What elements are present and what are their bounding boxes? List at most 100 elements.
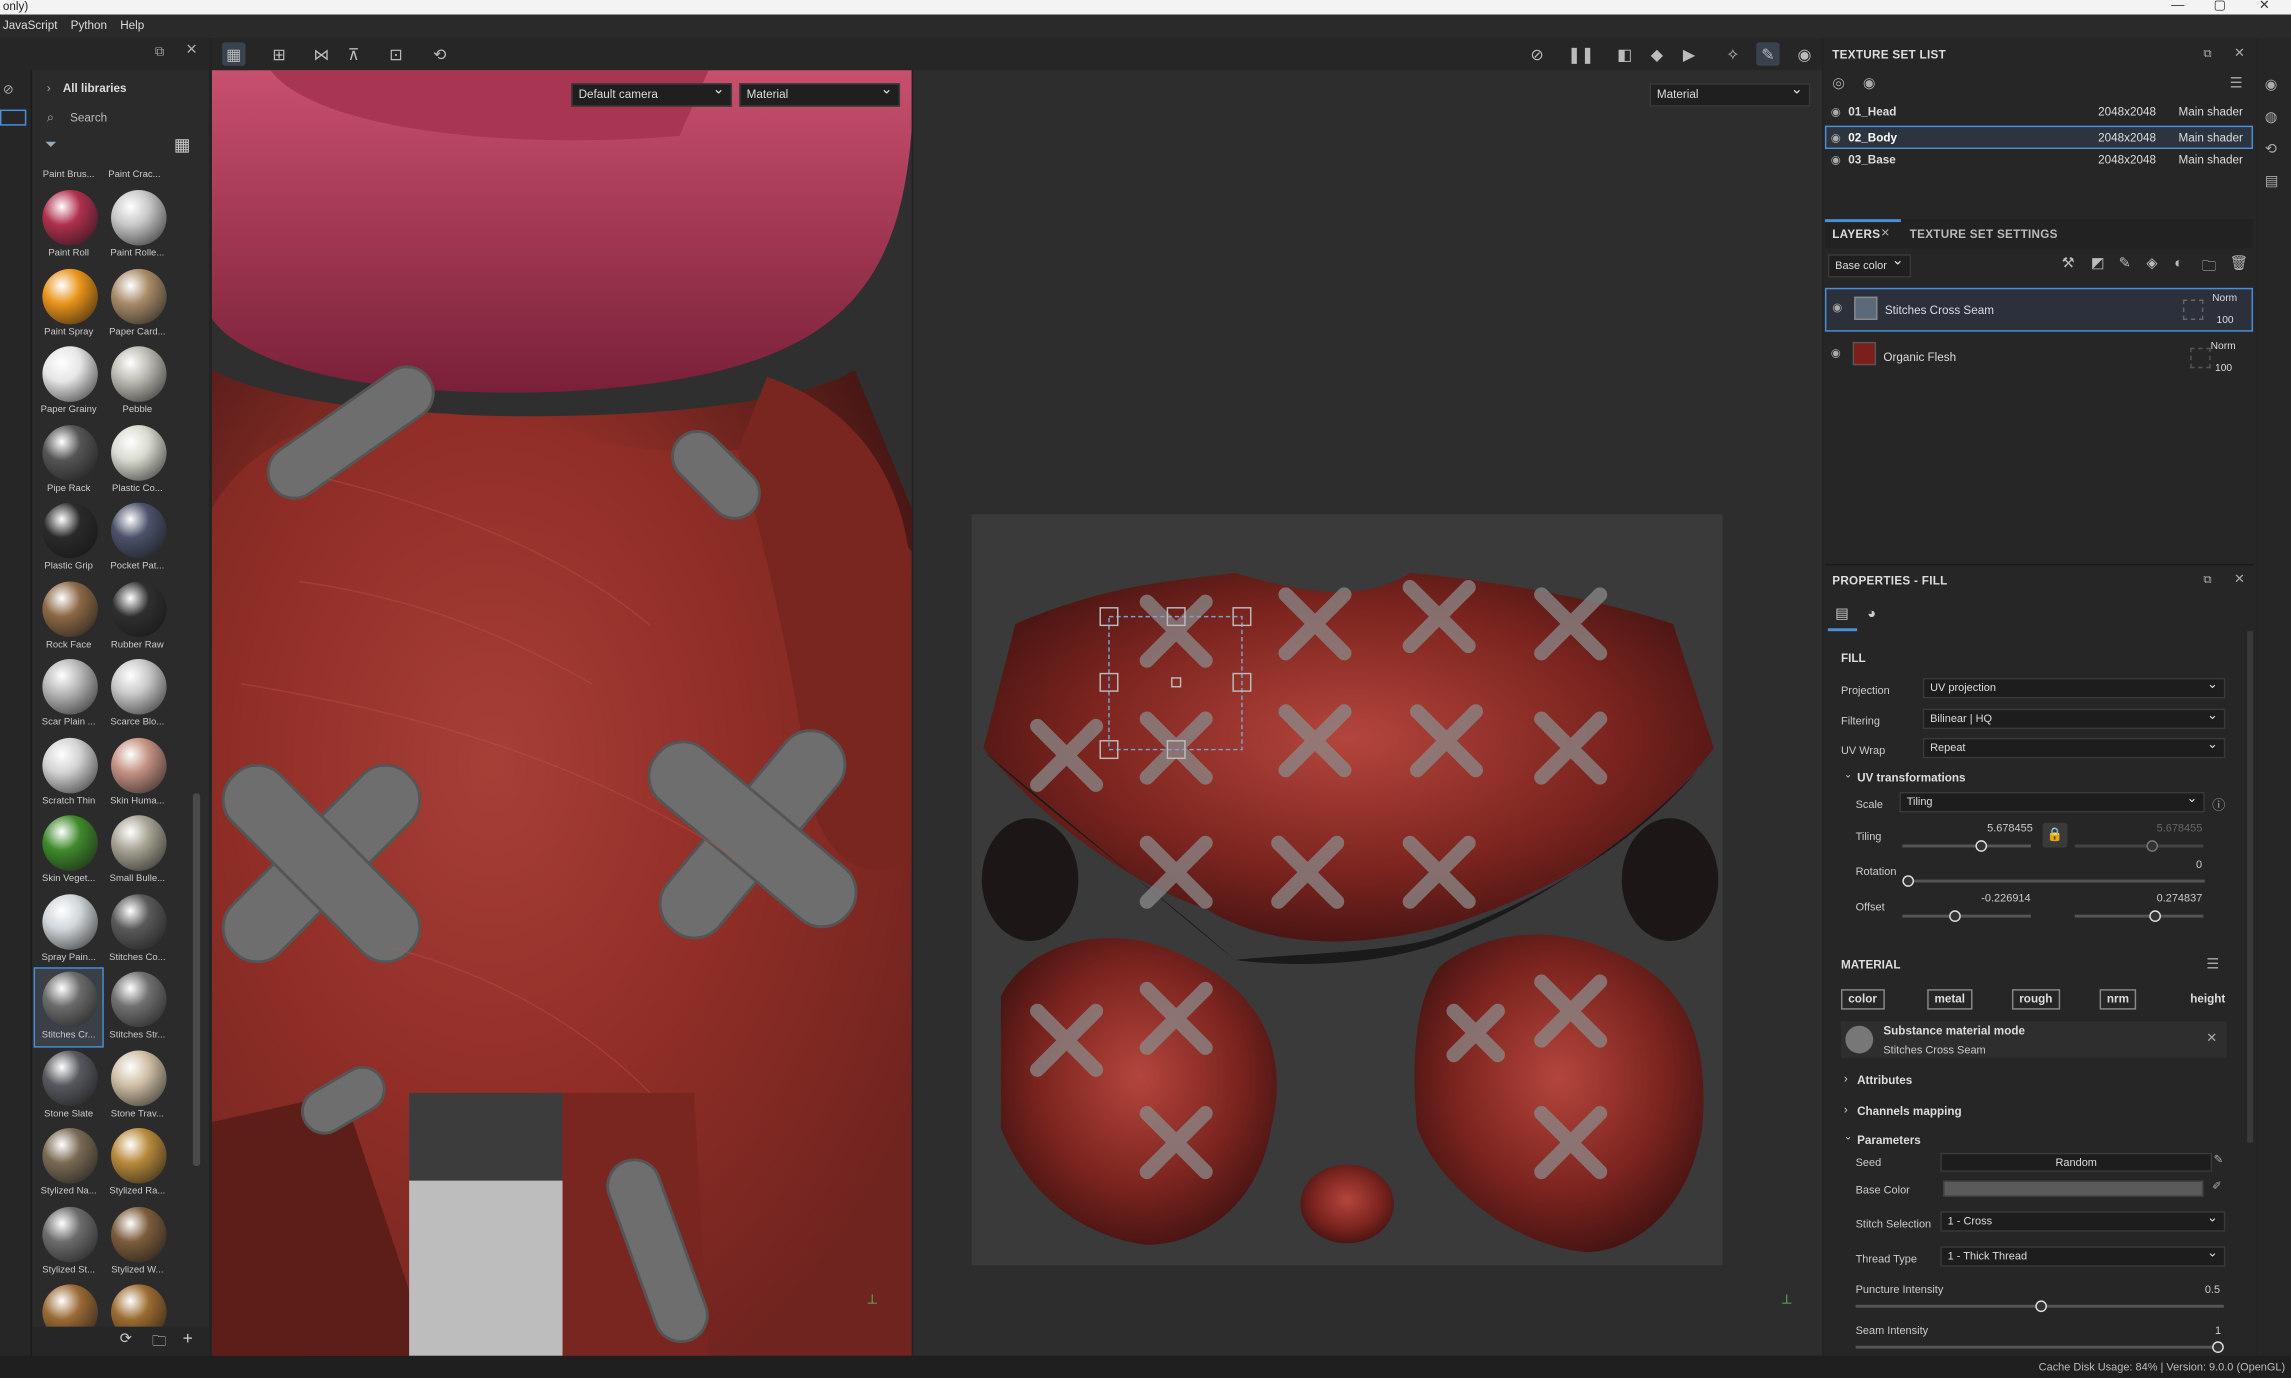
library-item[interactable]: Scratch Thin [35, 734, 102, 811]
library-item[interactable]: Stitches Str... [104, 969, 171, 1046]
layer-row[interactable]: ◉ Organic Flesh Norm 100 [1825, 335, 2253, 379]
visibility-icon[interactable]: ◎ [1832, 76, 1845, 92]
history-icon[interactable]: ⟲ [428, 42, 451, 65]
filtering-select[interactable]: Bilinear | HQ [1922, 706, 2226, 730]
material-tab-icon[interactable]: ◕ [1867, 606, 1876, 622]
float-icon[interactable]: ⧉ [2203, 47, 2211, 62]
library-item[interactable]: Stylized Ra... [104, 1125, 171, 1202]
chevron-down-icon[interactable]: ⌄ [1844, 1131, 1853, 1142]
tab-fill-properties[interactable]: ▤ [1827, 599, 1858, 632]
scale-select[interactable]: Tiling [1899, 789, 2205, 813]
library-item[interactable]: Skin Huma... [104, 734, 171, 811]
library-search[interactable]: Search [41, 108, 202, 128]
channels-mapping-section[interactable]: Channels mapping [1857, 1105, 1962, 1118]
screenshot-camera-icon[interactable]: ◉ [1793, 42, 1816, 65]
eye-icon[interactable]: ◉ [1832, 301, 1842, 314]
library-item[interactable]: Stylized W... [104, 1203, 171, 1280]
add-mask-icon[interactable]: ◩ [2091, 256, 2105, 272]
close-icon[interactable]: ✕ [1880, 226, 1890, 239]
rotation-slider[interactable] [1902, 875, 2205, 887]
texture-set-shader[interactable]: Main shader [2179, 101, 2243, 124]
viewport-2d-mode-dropdown[interactable]: Material [1649, 80, 1811, 107]
library-item[interactable]: Plastic Grip [35, 500, 102, 577]
library-item[interactable]: Spray Pain... [35, 891, 102, 968]
close-icon[interactable]: ✕ [2234, 45, 2245, 61]
eye-icon[interactable]: ◉ [1831, 149, 1841, 172]
offset-x-slider[interactable] [1902, 910, 2031, 922]
channel-color-toggle[interactable]: color [1840, 989, 1885, 1010]
pencil-icon[interactable]: ✎ [2214, 1153, 2224, 1166]
tool-icon[interactable]: ✧ [1721, 42, 1744, 65]
library-item[interactable]: Scar Plain ... [35, 656, 102, 733]
seam-intensity-slider[interactable] [1855, 1341, 2224, 1353]
render-mode-icon[interactable]: ◧ [1613, 42, 1636, 65]
mirror-x-icon[interactable]: ⋈ [310, 42, 333, 65]
library-item[interactable]: Stitches Co... [104, 891, 171, 968]
puncture-intensity-slider[interactable] [1855, 1300, 2224, 1313]
library-item[interactable]: Pebble [104, 343, 171, 420]
parameters-section[interactable]: Parameters [1857, 1134, 1921, 1147]
tab-layers[interactable]: LAYERS [1832, 228, 1880, 241]
paint-brush-icon[interactable]: ✎ [1756, 42, 1780, 66]
minimize-button[interactable]: — [2171, 0, 2184, 12]
texture-set-row-selected[interactable]: ◉ 02_Body 2048x2048 Main shader [1824, 125, 2254, 150]
eye-icon[interactable]: ◉ [1831, 101, 1841, 124]
channel-rough-toggle[interactable]: rough [2011, 989, 2060, 1010]
library-item[interactable]: Paint Spray [35, 265, 102, 342]
library-scrollbar[interactable] [192, 793, 201, 1166]
library-item[interactable]: Paper Grainy [35, 343, 102, 420]
menu-python[interactable]: Python [68, 15, 118, 38]
library-item[interactable]: Pipe Rack [35, 422, 102, 499]
folder-icon[interactable]: 🗀 [152, 1331, 167, 1356]
notes-icon[interactable]: ▤ [2265, 174, 2279, 190]
float-icon[interactable]: ⧉ [155, 44, 164, 60]
uvwrap-select[interactable]: Repeat [1922, 735, 2226, 759]
list-menu-icon[interactable]: ☰ [2230, 76, 2243, 92]
chevron-down-icon[interactable]: ⌄ [1844, 769, 1853, 780]
texture-set-shader[interactable]: Main shader [2179, 149, 2243, 172]
mirror-y-icon[interactable]: ⊼ [342, 42, 365, 65]
multi-view-icon[interactable]: ⊞ [267, 42, 290, 65]
hide-icon[interactable]: ⊘ [3, 82, 26, 100]
slider-knob[interactable] [1949, 910, 1961, 922]
slider-knob[interactable] [2035, 1300, 2048, 1313]
add-icon[interactable]: + [183, 1328, 193, 1348]
library-item[interactable]: Paint Roll [35, 187, 102, 264]
library-item[interactable]: Stone Trav... [104, 1047, 171, 1124]
seed-random-button[interactable]: Random [1940, 1152, 2213, 1172]
add-folder-icon[interactable]: 🗀 [2202, 256, 2217, 281]
channel-dropdown[interactable]: Base color [1827, 251, 1912, 278]
list-menu-icon[interactable]: ☰ [2206, 957, 2219, 973]
library-item[interactable]: Pocket Pat... [104, 500, 171, 577]
add-effect-icon[interactable]: ◐ [2174, 256, 2183, 272]
float-icon[interactable]: ⧉ [2203, 573, 2211, 588]
camera-dropdown[interactable]: Default camera [571, 80, 733, 107]
delete-icon[interactable]: 🗑 [2230, 256, 2249, 272]
filter-icon[interactable]: ⏷ [45, 137, 57, 153]
close-icon[interactable]: ✕ [2234, 571, 2245, 587]
lock-icon[interactable]: 🔒 [2042, 822, 2068, 848]
offset-y-slider[interactable] [2074, 910, 2204, 922]
texture-set-row[interactable]: ◉ 03_Base 2048x2048 Main shader [1825, 149, 2253, 172]
history-icon[interactable]: ⟲ [2265, 142, 2277, 158]
menu-javascript[interactable]: JavaScript [0, 15, 68, 38]
layer-opacity[interactable]: 100 [2215, 364, 2232, 374]
grid-view-icon[interactable]: ▦ [174, 134, 191, 154]
globe-icon[interactable]: ◍ [2265, 110, 2278, 126]
close-window-button[interactable]: ✕ [2259, 0, 2270, 12]
stitch-selection-select[interactable]: 1 - Cross [1940, 1208, 2226, 1232]
tab-texture-set-settings[interactable]: TEXTURE SET SETTINGS [1910, 228, 2058, 241]
library-item[interactable]: Stitches Cr... [33, 967, 104, 1048]
close-icon[interactable]: ✕ [186, 42, 198, 58]
hide-layer-icon[interactable]: ⊘ [1525, 42, 1548, 65]
library-item[interactable]: Plastic Co... [104, 422, 171, 499]
slider-knob[interactable] [2212, 1341, 2224, 1353]
texture-set-row[interactable]: ◉ 01_Head 2048x2048 Main shader [1825, 101, 2253, 124]
camera-video-icon[interactable]: ▶ [1677, 42, 1700, 65]
uv-transformations-section[interactable]: UV transformations [1857, 771, 1965, 784]
channel-metal-toggle[interactable]: metal [1927, 989, 1973, 1010]
slider-knob[interactable] [2149, 910, 2161, 922]
add-fill-icon[interactable]: ◈ [2146, 256, 2157, 272]
library-item[interactable]: Small Bulle... [104, 812, 171, 889]
library-title[interactable]: All libraries [63, 82, 127, 95]
